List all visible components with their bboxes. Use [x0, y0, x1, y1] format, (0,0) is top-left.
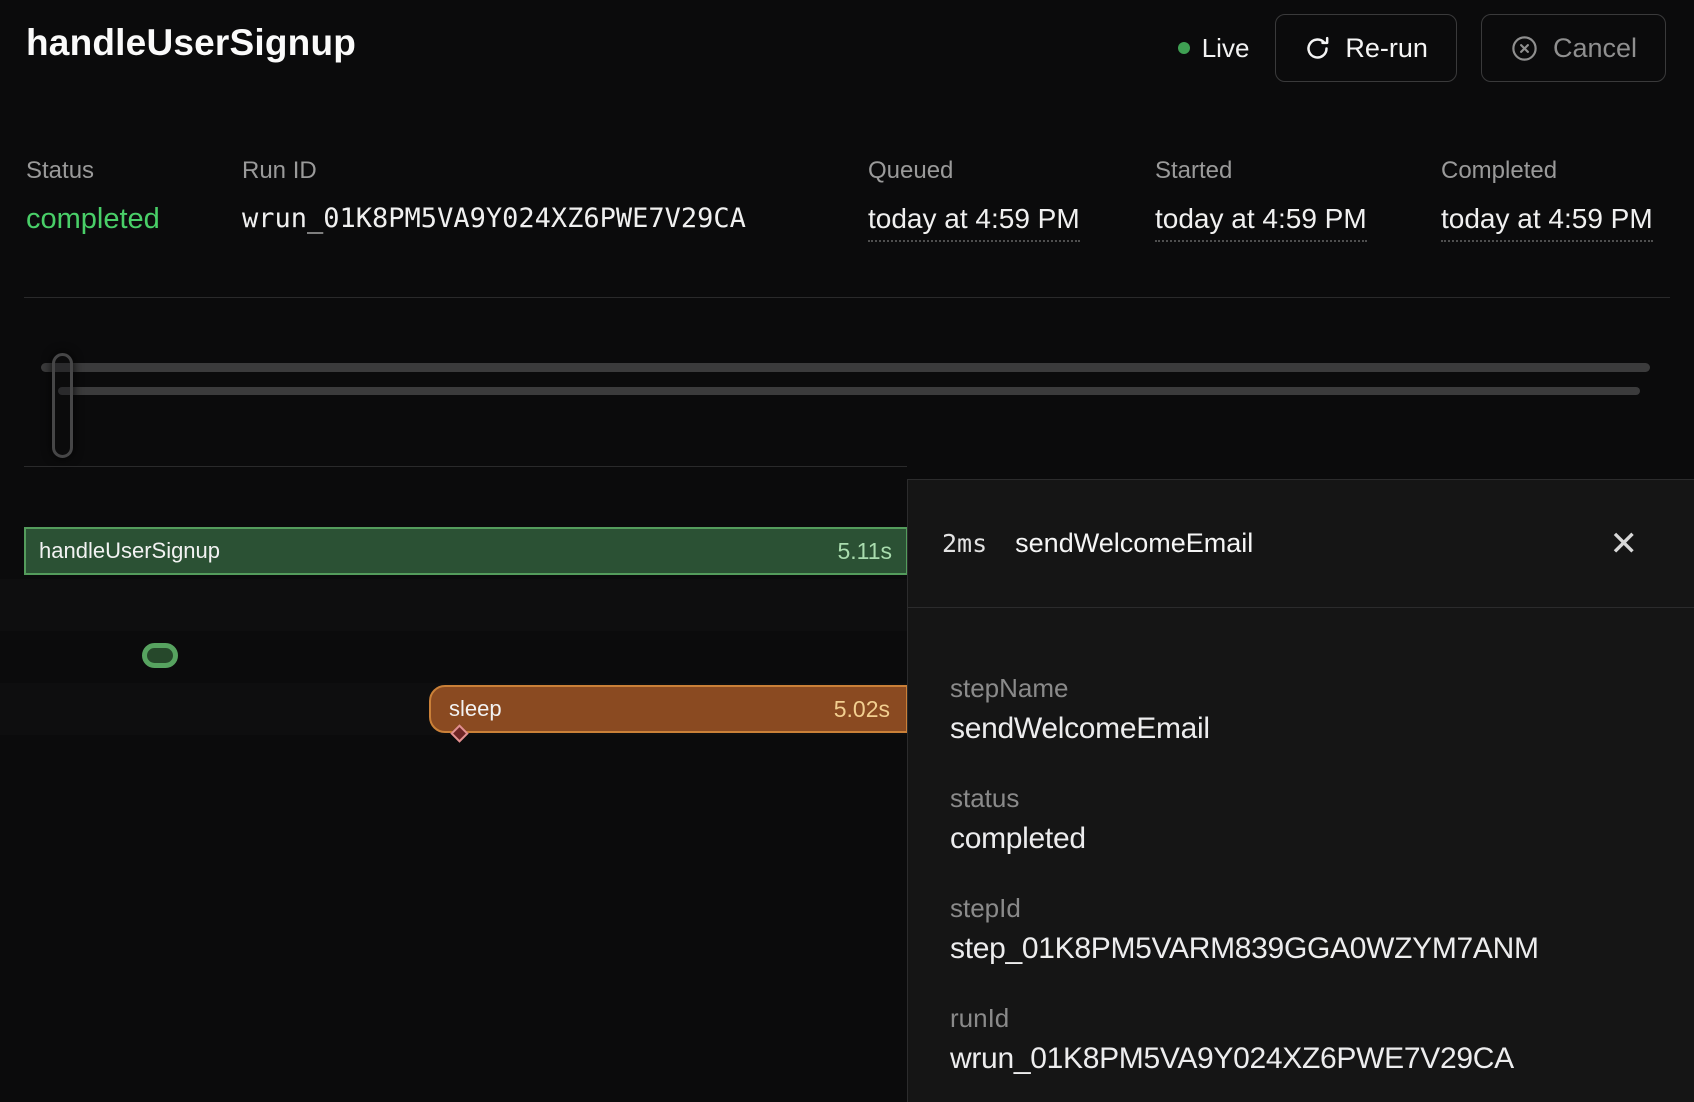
span-name: handleUserSignup: [39, 538, 220, 564]
span-duration: 5.11s: [837, 538, 892, 565]
queued-time[interactable]: today at 4:59 PM: [868, 202, 1080, 242]
span-bar-sleep[interactable]: sleep 5.02s: [429, 685, 908, 733]
detail-row-stepId: stepId step_01K8PM5VARM839GGA0WZYM7ANM: [950, 892, 1654, 968]
meta-label: Status: [26, 158, 160, 184]
detail-value: completed: [950, 820, 1654, 858]
span-pill-sendWelcomeEmail[interactable]: [142, 643, 178, 668]
meta-field-completed: Completed today at 4:59 PM: [1441, 158, 1653, 242]
step-detail-body: stepName sendWelcomeEmail status complet…: [908, 608, 1694, 1078]
span-bar-handleUserSignup[interactable]: handleUserSignup 5.11s: [24, 527, 908, 575]
close-icon[interactable]: ✕: [1610, 527, 1639, 561]
trace-waterfall: handleUserSignup 5.11s sleep 5.02s: [0, 467, 907, 1102]
meta-label: Completed: [1441, 158, 1653, 184]
meta-field-queued: Queued today at 4:59 PM: [868, 158, 1080, 242]
run-id-value: wrun_01K8PM5VA9Y024XZ6PWE7V29CA: [242, 202, 746, 236]
minimap-brush-handle[interactable]: [52, 353, 73, 458]
circle-x-icon: [1510, 34, 1539, 63]
step-title: sendWelcomeEmail: [1015, 528, 1253, 559]
minimap-span-bar: [41, 363, 1650, 372]
started-time[interactable]: today at 4:59 PM: [1155, 202, 1367, 242]
detail-row-runId: runId wrun_01K8PM5VA9Y024XZ6PWE7V29CA: [950, 1002, 1654, 1078]
detail-value: sendWelcomeEmail: [950, 710, 1654, 748]
detail-row-status: status completed: [950, 782, 1654, 858]
refresh-icon: [1304, 35, 1331, 62]
detail-row-stepName: stepName sendWelcomeEmail: [950, 672, 1654, 748]
detail-label: runId: [950, 1002, 1654, 1034]
cancel-button-label: Cancel: [1553, 33, 1637, 64]
live-dot-icon: [1178, 42, 1190, 54]
workflow-run-page: handleUserSignup Live Re-run Cancel: [0, 0, 1694, 1102]
span-name: sleep: [449, 696, 502, 722]
step-detail-header: 2ms sendWelcomeEmail ✕: [908, 480, 1694, 608]
meta-label: Run ID: [242, 158, 746, 184]
step-detail-panel: 2ms sendWelcomeEmail ✕ stepName sendWelc…: [907, 479, 1694, 1102]
detail-label: stepName: [950, 672, 1654, 704]
detail-label: status: [950, 782, 1654, 814]
minimap-span-bar: [58, 387, 1640, 395]
rerun-button[interactable]: Re-run: [1275, 14, 1457, 82]
meta-field-run-id: Run ID wrun_01K8PM5VA9Y024XZ6PWE7V29CA: [242, 158, 746, 236]
divider: [24, 297, 1670, 298]
detail-label: stepId: [950, 892, 1654, 924]
meta-label: Started: [1155, 158, 1367, 184]
detail-value: step_01K8PM5VARM839GGA0WZYM7ANM: [950, 930, 1654, 968]
status-badge: completed: [26, 202, 160, 236]
rerun-button-label: Re-run: [1345, 33, 1428, 64]
live-indicator: Live: [1178, 33, 1250, 64]
timeline-minimap[interactable]: [0, 330, 1694, 466]
header-actions: Live Re-run Cancel: [1178, 14, 1666, 82]
meta-label: Queued: [868, 158, 1080, 184]
meta-field-status: Status completed: [26, 158, 160, 236]
step-duration: 2ms: [942, 529, 987, 558]
page-title: handleUserSignup: [26, 22, 356, 64]
meta-field-started: Started today at 4:59 PM: [1155, 158, 1367, 242]
live-label: Live: [1202, 33, 1250, 64]
span-duration: 5.02s: [834, 696, 890, 723]
detail-value: wrun_01K8PM5VA9Y024XZ6PWE7V29CA: [950, 1040, 1654, 1078]
cancel-button[interactable]: Cancel: [1481, 14, 1666, 82]
run-metadata: Status completed Run ID wrun_01K8PM5VA9Y…: [0, 158, 1694, 248]
trace-row: [0, 579, 907, 631]
completed-time[interactable]: today at 4:59 PM: [1441, 202, 1653, 242]
